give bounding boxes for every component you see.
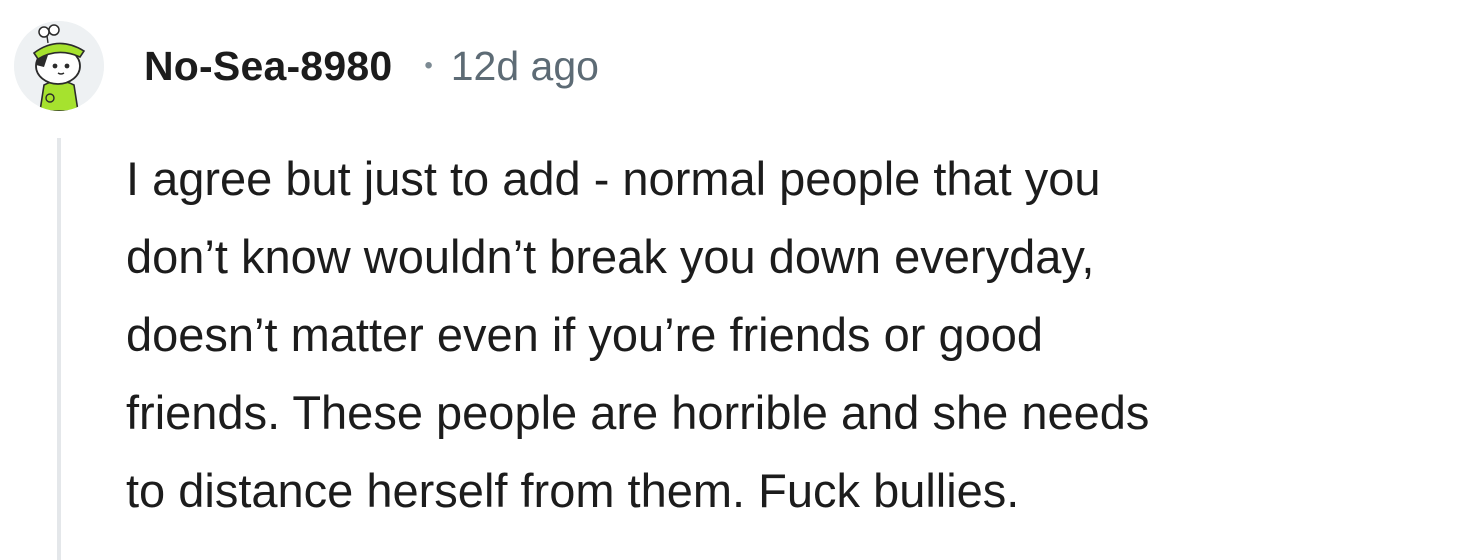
comment-body: I agree but just to add - normal people … <box>126 152 1150 517</box>
username-link[interactable]: No-Sea-8980 <box>144 43 392 90</box>
comment-timestamp[interactable]: 12d ago <box>451 43 599 90</box>
comment: No-Sea-8980 • 12d ago I agree but just t… <box>0 0 1458 560</box>
snoo-avatar-icon <box>14 21 104 111</box>
separator-dot: • <box>424 52 433 79</box>
user-avatar[interactable] <box>14 21 104 111</box>
thread-line[interactable] <box>57 138 61 560</box>
comment-header: No-Sea-8980 • 12d ago <box>14 18 599 114</box>
